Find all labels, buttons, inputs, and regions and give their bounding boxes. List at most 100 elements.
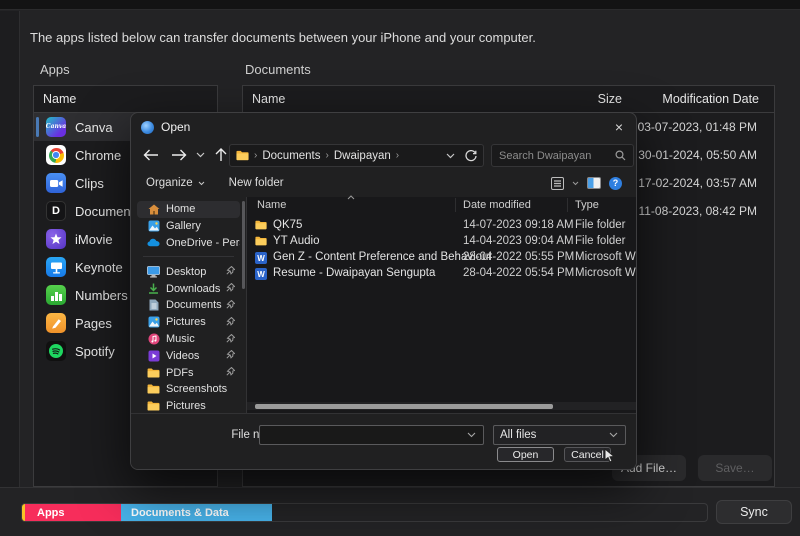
sidebar-label: Desktop (166, 266, 206, 278)
documents-table-header[interactable]: Name Size Modification Date (243, 86, 774, 113)
documents-column-size: Size (598, 92, 622, 106)
column-header-name[interactable]: Name (257, 199, 286, 211)
file-name-dropdown-chevron-icon[interactable] (467, 432, 476, 438)
documents-column-name: Name (252, 92, 285, 106)
horizontal-scrollbar-thumb[interactable] (255, 404, 553, 409)
up-icon[interactable] (215, 148, 227, 162)
sidebar-label: Downloads (166, 283, 220, 295)
sidebar-label: Gallery (166, 220, 201, 232)
apps-table-header[interactable]: Name (34, 86, 217, 113)
sidebar-item-gallery[interactable]: Gallery (137, 218, 240, 235)
app-label: Numbers (75, 288, 128, 303)
sidebar-item-onedrive[interactable]: OneDrive - Persor (137, 235, 240, 252)
preview-pane-icon[interactable] (587, 177, 601, 189)
sidebar-item-screenshots[interactable]: Screenshots (137, 381, 240, 398)
app-label: Keynote (75, 260, 123, 275)
pin-icon (226, 266, 235, 275)
file-type-dropdown-chevron-icon[interactable] (609, 432, 618, 438)
sidebar-item-documents[interactable]: Documents (137, 297, 240, 314)
back-icon[interactable] (143, 149, 159, 161)
folder-icon (147, 383, 160, 396)
breadcrumb-folder-icon (236, 149, 249, 162)
details-view-icon[interactable] (551, 177, 564, 190)
refresh-icon[interactable] (465, 150, 477, 162)
column-header-date-modified[interactable]: Date modified (463, 199, 531, 211)
capacity-segment-apps[interactable]: Apps (25, 504, 121, 521)
sidebar-divider (143, 256, 234, 257)
horizontal-scrollbar-track[interactable] (247, 402, 636, 410)
sync-button[interactable]: Sync (716, 500, 792, 524)
pin-icon (226, 317, 235, 326)
view-options-chevron-icon[interactable] (572, 181, 579, 186)
forward-icon[interactable] (171, 149, 187, 161)
sidebar-label: Pictures (166, 316, 206, 328)
sidebar-item-desktop[interactable]: Desktop (137, 263, 240, 280)
search-box[interactable]: Search Dwaipayan (491, 144, 634, 167)
document-modified-date: 11-08-2023, 08:42 PM (638, 204, 757, 218)
breadcrumb-dwaipayan[interactable]: Dwaipayan (334, 150, 391, 162)
address-bar[interactable]: › Documents › Dwaipayan › (229, 144, 484, 167)
gallery-icon (147, 220, 160, 233)
window-top-strip (0, 0, 800, 10)
recent-locations-chevron-icon[interactable] (196, 152, 205, 158)
organize-button[interactable]: Organize (146, 177, 205, 189)
apps-panel-label: Apps (40, 62, 70, 77)
documents-panel-label: Documents (245, 62, 311, 77)
file-name: Resume - Dwaipayan Sengupta (273, 267, 435, 279)
imovie-icon (46, 229, 66, 249)
file-row-yt-audio[interactable]: YT Audio 14-04-2023 09:04 AM File folder (247, 234, 636, 250)
sidebar-scrollbar[interactable] (242, 201, 245, 289)
breadcrumb-documents[interactable]: Documents (262, 150, 320, 162)
music-icon (147, 332, 160, 345)
pages-icon (46, 313, 66, 333)
column-divider[interactable] (567, 198, 568, 212)
sidebar-label: Home (166, 203, 195, 215)
dialog-app-icon (141, 121, 154, 134)
capacity-docs-label: Documents & Data (131, 507, 229, 519)
file-row-resume-doc[interactable]: W Resume - Dwaipayan Sengupta 28-04-2022… (247, 266, 636, 282)
app-label: Canva (75, 120, 113, 135)
new-folder-button[interactable]: New folder (229, 177, 284, 189)
sidebar-item-music[interactable]: Music (137, 331, 240, 348)
sidebar-item-videos[interactable]: Videos (137, 347, 240, 364)
save-button[interactable]: Save… (698, 455, 772, 481)
sidebar-item-pdfs[interactable]: PDFs (137, 364, 240, 381)
window-left-rail (0, 11, 20, 487)
videos-icon (147, 349, 160, 362)
folder-icon (147, 400, 160, 413)
dialog-titlebar: Open × (131, 113, 636, 141)
file-list-header: Name Date modified Type (247, 197, 636, 213)
capacity-apps-label: Apps (37, 507, 65, 519)
app-label: Chrome (75, 148, 121, 163)
file-row-gen-z-doc[interactable]: W Gen Z - Content Preference and Behavio… (247, 250, 636, 266)
footer-divider (0, 487, 800, 488)
sidebar-item-downloads[interactable]: Downloads (137, 280, 240, 297)
apps-column-name: Name (43, 92, 76, 106)
sidebar-item-home[interactable]: Home (137, 201, 240, 218)
file-row-qk75[interactable]: QK75 14-07-2023 09:18 AM File folder (247, 218, 636, 234)
column-header-type[interactable]: Type (575, 199, 599, 211)
capacity-segment-documents[interactable]: Documents & Data (121, 504, 272, 521)
open-file-dialog: Open × › Documents › Dwaipayan › Se (130, 112, 637, 470)
close-icon[interactable]: × (602, 113, 636, 141)
capacity-bar: Apps Documents & Data (21, 503, 708, 522)
app-label: Pages (75, 316, 112, 331)
spotify-icon (46, 341, 66, 361)
column-divider[interactable] (455, 198, 456, 212)
file-name: QK75 (273, 219, 302, 231)
mouse-cursor (604, 448, 617, 464)
file-date: 14-04-2023 09:04 AM (463, 235, 574, 247)
app-label: Spotify (75, 344, 115, 359)
onedrive-icon (147, 236, 160, 249)
file-type: File folder (575, 235, 637, 247)
file-name-input[interactable] (259, 425, 484, 445)
file-type-select[interactable]: All files (493, 425, 626, 445)
help-icon[interactable]: ? (609, 177, 622, 190)
address-dropdown-chevron-icon[interactable] (446, 153, 455, 159)
open-button[interactable]: Open (497, 447, 554, 462)
sidebar-item-pictures[interactable]: Pictures (137, 314, 240, 331)
numbers-icon (46, 285, 66, 305)
file-type-value: All files (500, 429, 536, 441)
file-list: Name Date modified Type QK75 14-07-2023 … (247, 197, 636, 413)
dialog-footer: File name: All files Open Cancel (131, 413, 636, 470)
